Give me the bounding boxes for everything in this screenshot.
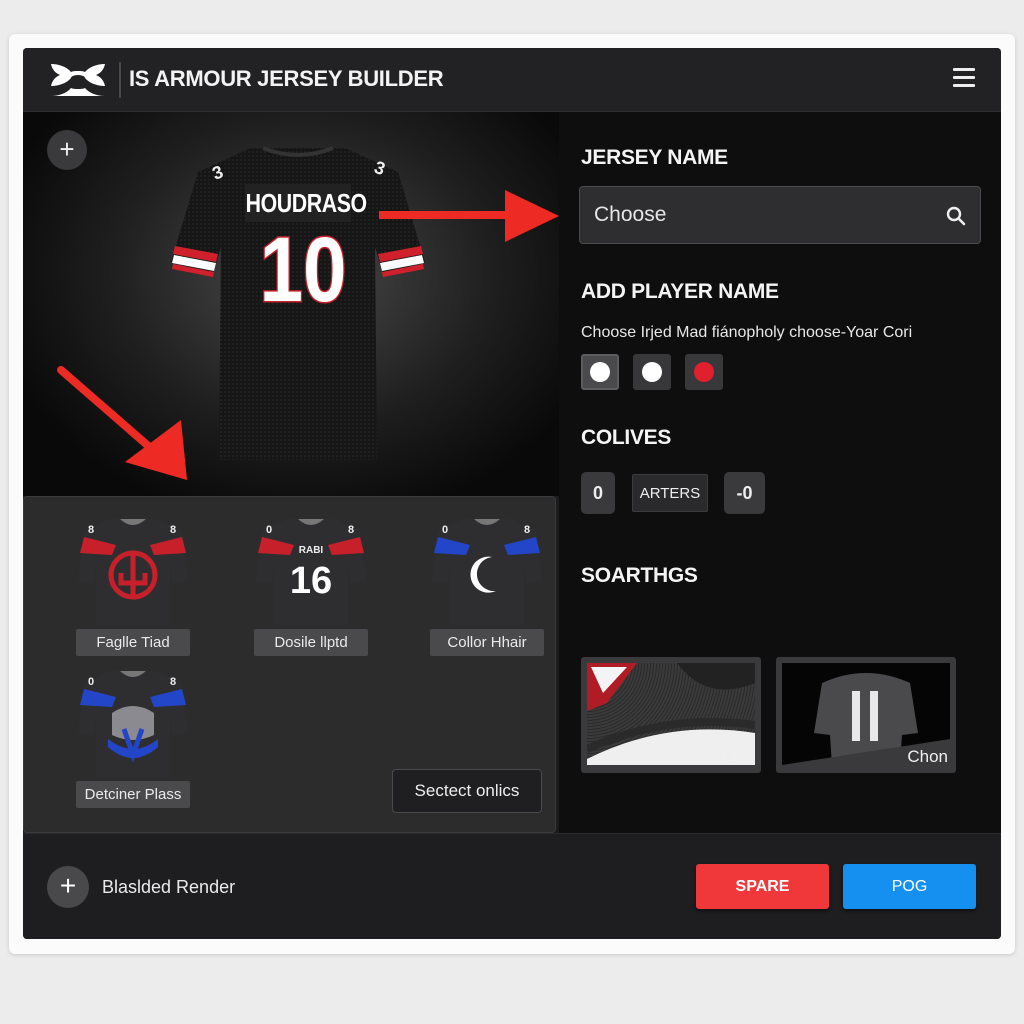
add-player-heading: ADD PLAYER NAME <box>581 280 779 303</box>
jersey-name-input[interactable] <box>594 187 924 243</box>
fabric-thumbnail[interactable]: Clicl <box>581 657 761 773</box>
render-label: Blaslded Render <box>102 877 236 897</box>
template-label: Dosile llptd <box>254 629 368 656</box>
plus-icon: + <box>59 134 75 164</box>
jersey-thumbnail-image: 08 <box>432 519 542 625</box>
soarthgs-heading: SOARTHGS <box>581 564 698 587</box>
color-swatch-white[interactable] <box>633 354 671 390</box>
svg-text:8: 8 <box>88 524 94 536</box>
pog-button[interactable]: POG <box>843 864 976 909</box>
svg-text:8: 8 <box>170 676 176 688</box>
select-options-button[interactable]: Sectect onlics <box>392 769 542 813</box>
template-tile[interactable]: RABI 16 0 8 Dosile llptd <box>252 517 370 656</box>
title-divider <box>119 62 121 98</box>
jersey-player-name: HOUDRASO <box>245 188 368 218</box>
jersey-player-number: 10 <box>258 219 348 321</box>
search-icon[interactable] <box>946 206 966 226</box>
spare-button[interactable]: SPARE <box>696 864 829 909</box>
option-arters[interactable]: ARTERS <box>632 474 708 512</box>
player-thumbnail[interactable]: Chon <box>776 657 956 773</box>
thumbnail-caption: Chon <box>907 747 948 766</box>
under-armour-logo-icon <box>51 64 105 96</box>
template-number-text: 16 <box>290 560 332 602</box>
jersey-preview: + 3 3 HOUDRASO 10 <box>23 112 559 496</box>
jersey-thumbnail-image: 88 <box>78 519 188 625</box>
swatch-dot <box>590 362 610 382</box>
template-label: Detciner Plass <box>76 781 190 808</box>
template-tile[interactable]: 08 Detciner Plass <box>74 669 192 808</box>
bottom-bar: + Blaslded Render SPARE POG <box>23 833 1001 939</box>
svg-text:0: 0 <box>88 676 94 688</box>
jersey-thumbnail-image: RABI 16 0 8 <box>256 519 366 625</box>
app-title: IS ARMOUR JERSEY BUILDER <box>129 66 444 91</box>
svg-text:0: 0 <box>266 524 272 536</box>
jersey-name-heading: JERSEY NAME <box>581 146 728 169</box>
svg-text:8: 8 <box>348 524 354 536</box>
template-label: Faglle Tiad <box>76 629 190 656</box>
settings-panel: JERSEY NAME ADD PLAYER NAME Choose Irjed… <box>559 112 1001 833</box>
top-bar: IS ARMOUR JERSEY BUILDER <box>23 48 1001 112</box>
swatch-dot <box>642 362 662 382</box>
colives-heading: COLIVES <box>581 426 672 449</box>
hamburger-menu-icon[interactable] <box>953 68 975 88</box>
swatch-dot <box>694 362 714 382</box>
option-zero[interactable]: 0 <box>581 472 615 514</box>
template-tile[interactable]: 88 Faglle Tiad <box>74 517 192 656</box>
jersey-name-search <box>579 186 981 244</box>
template-label: Collor Hhair <box>430 629 544 656</box>
jersey-thumbnail-image: 08 <box>78 671 188 777</box>
option-minus-zero[interactable]: -0 <box>724 472 765 514</box>
svg-text:8: 8 <box>524 524 530 536</box>
svg-text:0: 0 <box>442 524 448 536</box>
color-swatch-white-selected[interactable] <box>581 354 619 390</box>
plus-icon: + <box>59 870 77 901</box>
color-swatch-red[interactable] <box>685 354 723 390</box>
svg-text:8: 8 <box>170 524 176 536</box>
add-render-button[interactable]: + <box>47 866 89 908</box>
template-gallery: 88 Faglle Tiad RABI 16 08 Dosile llptd 0… <box>23 496 556 833</box>
add-button[interactable]: + <box>47 130 87 170</box>
template-tile[interactable]: 08 Collor Hhair <box>428 517 546 656</box>
jersey-builder-app: IS ARMOUR JERSEY BUILDER + 3 3 HOUDRASO <box>23 48 1001 939</box>
template-name-text: RABI <box>299 545 324 556</box>
add-player-description: Choose Irjed Mad fiánopholy choose-Yoar … <box>581 324 913 341</box>
thumbnail-caption: Clicl <box>720 747 753 766</box>
